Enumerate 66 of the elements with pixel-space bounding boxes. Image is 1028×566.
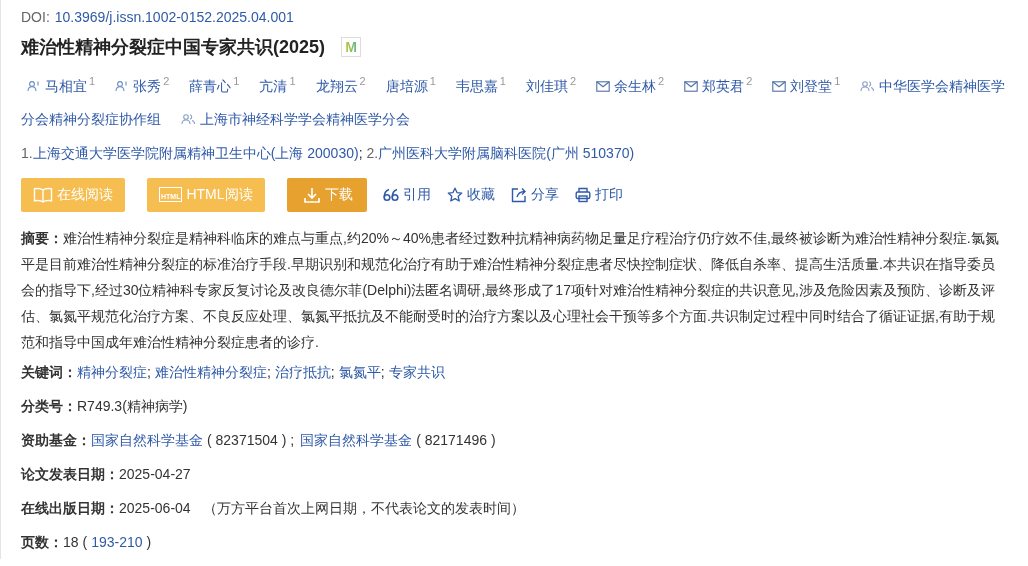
page-count: 18 ( <box>63 533 88 550</box>
classification-label: 分类号： <box>21 397 77 414</box>
online-date-note: （万方平台首次上网日期，不代表论文的发表时间） <box>202 499 525 516</box>
keywords-label: 关键词： <box>21 363 77 380</box>
abstract-text: 摘要：难治性精神分裂症是精神科临床的难点与重点,约20%～40%患者经过数种抗精神病药物足量足疗程治疗仍疗效不佳,最终被诊断为难治性精神分裂症.氯氮平是目前难治性精神分裂症的标准治疗手段.早期识别和规范化治疗有助于难治性精神分裂症患者尽快控制症状、降低自杀率、提高生活质量.本共识在指导委员会的指导下,经过30位精神科专家反复讨论及改良德尔菲(Delphi)法匿名调研,最终形成了17项针对难治性精神分裂症的共识意见,涉及危险因素及预防、诊断及评估、氯氮平规范化治疗方案、不良反应处理、氯氮平抵抗及不能耐受时的治疗方案以及心理社会干预等多个方面.共识制定过程中同时结合了循证证据,有助于规范和指导中国成年难治性精神分裂症患者的诊疗. <box>21 229 999 350</box>
person-icon <box>115 79 130 92</box>
affiliation-number: 1. <box>21 144 33 161</box>
page-range-close: ) <box>146 533 152 550</box>
toolbar-link[interactable]: 引用 <box>382 185 431 204</box>
doi-link[interactable]: 10.3969/j.issn.1002-0152.2025.04.001 <box>54 5 294 29</box>
page-range-link[interactable]: 193-210 <box>91 533 143 550</box>
publish-date: 2025-04-27 <box>119 465 191 482</box>
fund-link[interactable]: 国家自然科学基金 <box>91 431 203 448</box>
author-link[interactable]: 上海市神经科学学会精神医学分会 <box>181 110 410 127</box>
author-link[interactable]: 唐培源$^{1}$ <box>385 77 436 94</box>
author-link[interactable]: 亢清$^{1}$ <box>259 77 296 94</box>
keyword-link[interactable]: 难治性精神分裂症 <box>154 363 267 380</box>
author-link[interactable]: 中华医学会精神医学 <box>860 77 1006 94</box>
person-icon <box>27 79 41 92</box>
author-link-continued[interactable]: 分会精神分裂症协作组 <box>21 110 161 127</box>
star-icon <box>446 186 463 203</box>
keyword-separator: ; <box>330 363 335 380</box>
author-link[interactable]: 龙翔云$^{2}$ <box>315 77 366 94</box>
book-icon <box>33 186 53 203</box>
keyword-link[interactable]: 精神分裂症 <box>77 363 147 380</box>
grant-number: ( 82371504 ) ; <box>207 431 295 448</box>
toolbar-link[interactable]: 分享 <box>510 185 559 204</box>
author-link[interactable]: 张秀$^{2}$ <box>115 77 170 94</box>
author-link[interactable]: 韦思嘉$^{1}$ <box>455 77 506 94</box>
pages-label: 页数： <box>21 533 63 550</box>
print-icon <box>574 186 591 203</box>
quote-icon <box>382 187 399 202</box>
keyword-link[interactable]: 治疗抵抗 <box>274 363 331 380</box>
affiliation-link[interactable]: 上海交通大学医学院附属精神卫生中心(上海 200030) <box>32 144 359 161</box>
author-link[interactable]: 马相宜$^{1}$ <box>27 77 96 94</box>
classification-value: R749.3(精神病学) <box>77 397 188 414</box>
mail-icon <box>596 80 610 92</box>
author-link[interactable]: 郑英君$^{2}$ <box>684 77 753 94</box>
download-icon <box>302 185 321 204</box>
group-icon <box>181 112 196 125</box>
grant-number: ( 82171496 ) <box>416 431 496 448</box>
doi-label: DOI: <box>21 8 50 27</box>
keyword-separator: ; <box>380 363 385 380</box>
keyword-separator: ; <box>147 363 151 380</box>
funding-label: 资助基金： <box>21 431 91 448</box>
author-link[interactable]: 薛青心$^{1}$ <box>189 77 240 94</box>
mail-icon <box>684 80 699 92</box>
online-date: 2025-06-04 <box>119 499 191 516</box>
author-link[interactable]: 余生林$^{2}$ <box>596 77 665 94</box>
article-title: 难治性精神分裂症中国专家共识(2025) <box>21 36 326 59</box>
author-link[interactable]: 刘佳琪$^{2}$ <box>525 77 576 94</box>
toolbar-link[interactable]: 收藏 <box>446 185 495 204</box>
affiliation-link[interactable]: 广州医科大学附属脑科医院(广州 510370) <box>378 144 635 161</box>
group-icon <box>860 79 876 92</box>
author-link[interactable]: 刘登堂$^{1}$ <box>772 77 841 94</box>
fund-link[interactable]: 国家自然科学基金 <box>300 431 413 448</box>
keyword-link[interactable]: 氯氮平 <box>338 363 381 380</box>
affiliation-separator: ; <box>358 144 363 161</box>
keyword-separator: ; <box>266 363 271 380</box>
mail-icon <box>772 80 787 92</box>
online-date-label: 在线出版日期： <box>21 499 119 516</box>
publish-date-label: 论文发表日期： <box>21 465 119 482</box>
affiliation-number: 2. <box>366 144 379 161</box>
keyword-link[interactable]: 专家共识 <box>388 363 445 380</box>
share-icon <box>510 186 527 203</box>
toolbar-link[interactable]: 打印 <box>574 185 623 204</box>
